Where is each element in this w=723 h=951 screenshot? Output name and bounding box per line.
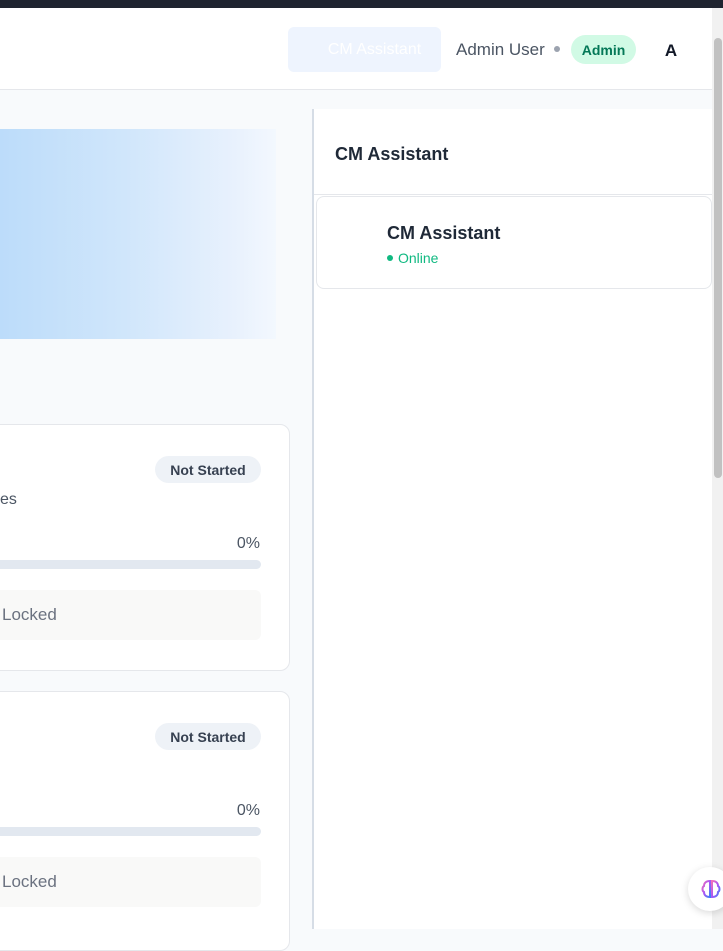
app-header: CM Assistant Admin User Admin A — [0, 8, 712, 90]
hero-banner — [0, 129, 276, 339]
progress-bar — [0, 560, 261, 569]
progress-percent: 0% — [236, 802, 260, 819]
locked-label: Locked — [2, 872, 57, 891]
locked-label: Locked — [2, 605, 57, 624]
locked-indicator: Locked — [0, 590, 261, 640]
brain-icon — [701, 879, 721, 899]
cm-assistant-button[interactable]: CM Assistant — [288, 27, 441, 72]
avatar[interactable]: A — [658, 38, 684, 64]
module-subtitle: es — [0, 491, 17, 508]
role-badge: Admin — [571, 35, 636, 64]
status-badge: Not Started — [155, 723, 261, 750]
progress-bar — [0, 827, 261, 836]
locked-indicator: Locked — [0, 857, 261, 907]
chat-panel-title: CM Assistant — [335, 144, 449, 164]
progress-percent: 0% — [236, 535, 260, 552]
chat-panel: CM Assistant CM Assistant Online — [312, 109, 714, 929]
status-dot-icon — [387, 255, 393, 262]
assistant-header-card: CM Assistant Online — [316, 196, 712, 289]
separator-dot — [554, 46, 560, 52]
user-name: Admin User — [456, 40, 545, 59]
online-status-label: Online — [398, 250, 439, 266]
browser-top-strip — [0, 0, 723, 8]
status-badge: Not Started — [155, 456, 261, 483]
online-status: Online — [387, 250, 438, 266]
scrollbar-thumb[interactable] — [714, 38, 722, 478]
module-card: Not Started es 0% Locked — [0, 424, 290, 671]
divider — [314, 194, 714, 195]
assistant-name: CM Assistant — [387, 223, 501, 243]
module-card: Not Started 0% Locked — [0, 691, 290, 951]
